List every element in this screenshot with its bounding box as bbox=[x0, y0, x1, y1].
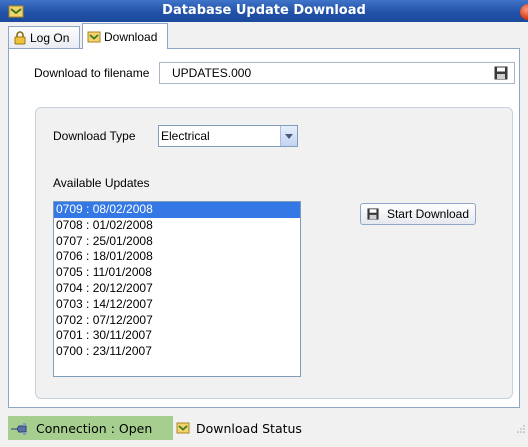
folder-icon bbox=[176, 422, 190, 434]
available-updates-label: Available Updates bbox=[53, 176, 150, 190]
download-options-group: Download Type Electrical Available Updat… bbox=[35, 107, 513, 399]
save-disk-icon[interactable] bbox=[494, 66, 508, 80]
filename-field[interactable]: UPDATES.000 bbox=[159, 62, 515, 84]
chevron-down-icon[interactable] bbox=[280, 126, 297, 146]
updates-list[interactable]: 0709 : 08/02/2008 0708 : 01/02/2008 0707 :… bbox=[53, 201, 301, 377]
list-item[interactable]: 0704 : 20/12/2007 bbox=[54, 281, 300, 297]
download-status: Download Status bbox=[176, 416, 302, 440]
title-bar[interactable]: Database Update Download bbox=[0, 0, 528, 22]
app-window: Database Update Download Log On Download… bbox=[0, 0, 528, 447]
start-download-button[interactable]: Start Download bbox=[360, 203, 476, 225]
list-item[interactable]: 0701 : 30/11/2007 bbox=[54, 328, 300, 344]
lock-icon bbox=[14, 30, 26, 44]
list-item[interactable]: 0706 : 18/01/2008 bbox=[54, 249, 300, 265]
filename-value: UPDATES.000 bbox=[172, 66, 252, 80]
window-title: Database Update Download bbox=[162, 3, 366, 18]
list-item[interactable]: 0703 : 14/12/2007 bbox=[54, 297, 300, 313]
resize-grip-icon[interactable] bbox=[516, 424, 526, 434]
plug-icon bbox=[11, 423, 27, 435]
list-item[interactable]: 0702 : 07/12/2007 bbox=[54, 313, 300, 329]
tab-log-on[interactable]: Log On bbox=[8, 26, 80, 48]
list-item[interactable]: 0709 : 08/02/2008 bbox=[54, 202, 300, 218]
start-download-label: Start Download bbox=[386, 207, 470, 221]
list-item[interactable]: 0700 : 23/11/2007 bbox=[54, 344, 300, 360]
download-type-value: Electrical bbox=[161, 129, 210, 143]
list-item[interactable]: 0708 : 01/02/2008 bbox=[54, 218, 300, 234]
connection-status-text: Connection : Open bbox=[36, 420, 153, 436]
tab-download-label: Download bbox=[104, 29, 158, 44]
folder-icon bbox=[87, 31, 101, 42]
tab-strip: Log On Download bbox=[8, 22, 520, 49]
status-bar: Connection : Open Download Status bbox=[8, 416, 528, 440]
tab-download[interactable]: Download bbox=[82, 23, 168, 49]
download-status-text: Download Status bbox=[196, 420, 302, 436]
filename-label: Download to filename bbox=[34, 66, 150, 80]
list-item[interactable]: 0705 : 11/01/2008 bbox=[54, 265, 300, 281]
download-panel: Download to filename UPDATES.000 Downloa… bbox=[8, 48, 520, 408]
connection-status: Connection : Open bbox=[8, 416, 173, 440]
list-item[interactable]: 0707 : 25/01/2008 bbox=[54, 234, 300, 250]
save-disk-icon bbox=[367, 208, 379, 220]
download-type-select[interactable]: Electrical bbox=[158, 125, 298, 147]
download-type-label: Download Type bbox=[53, 129, 136, 143]
tab-log-on-label: Log On bbox=[30, 30, 70, 45]
